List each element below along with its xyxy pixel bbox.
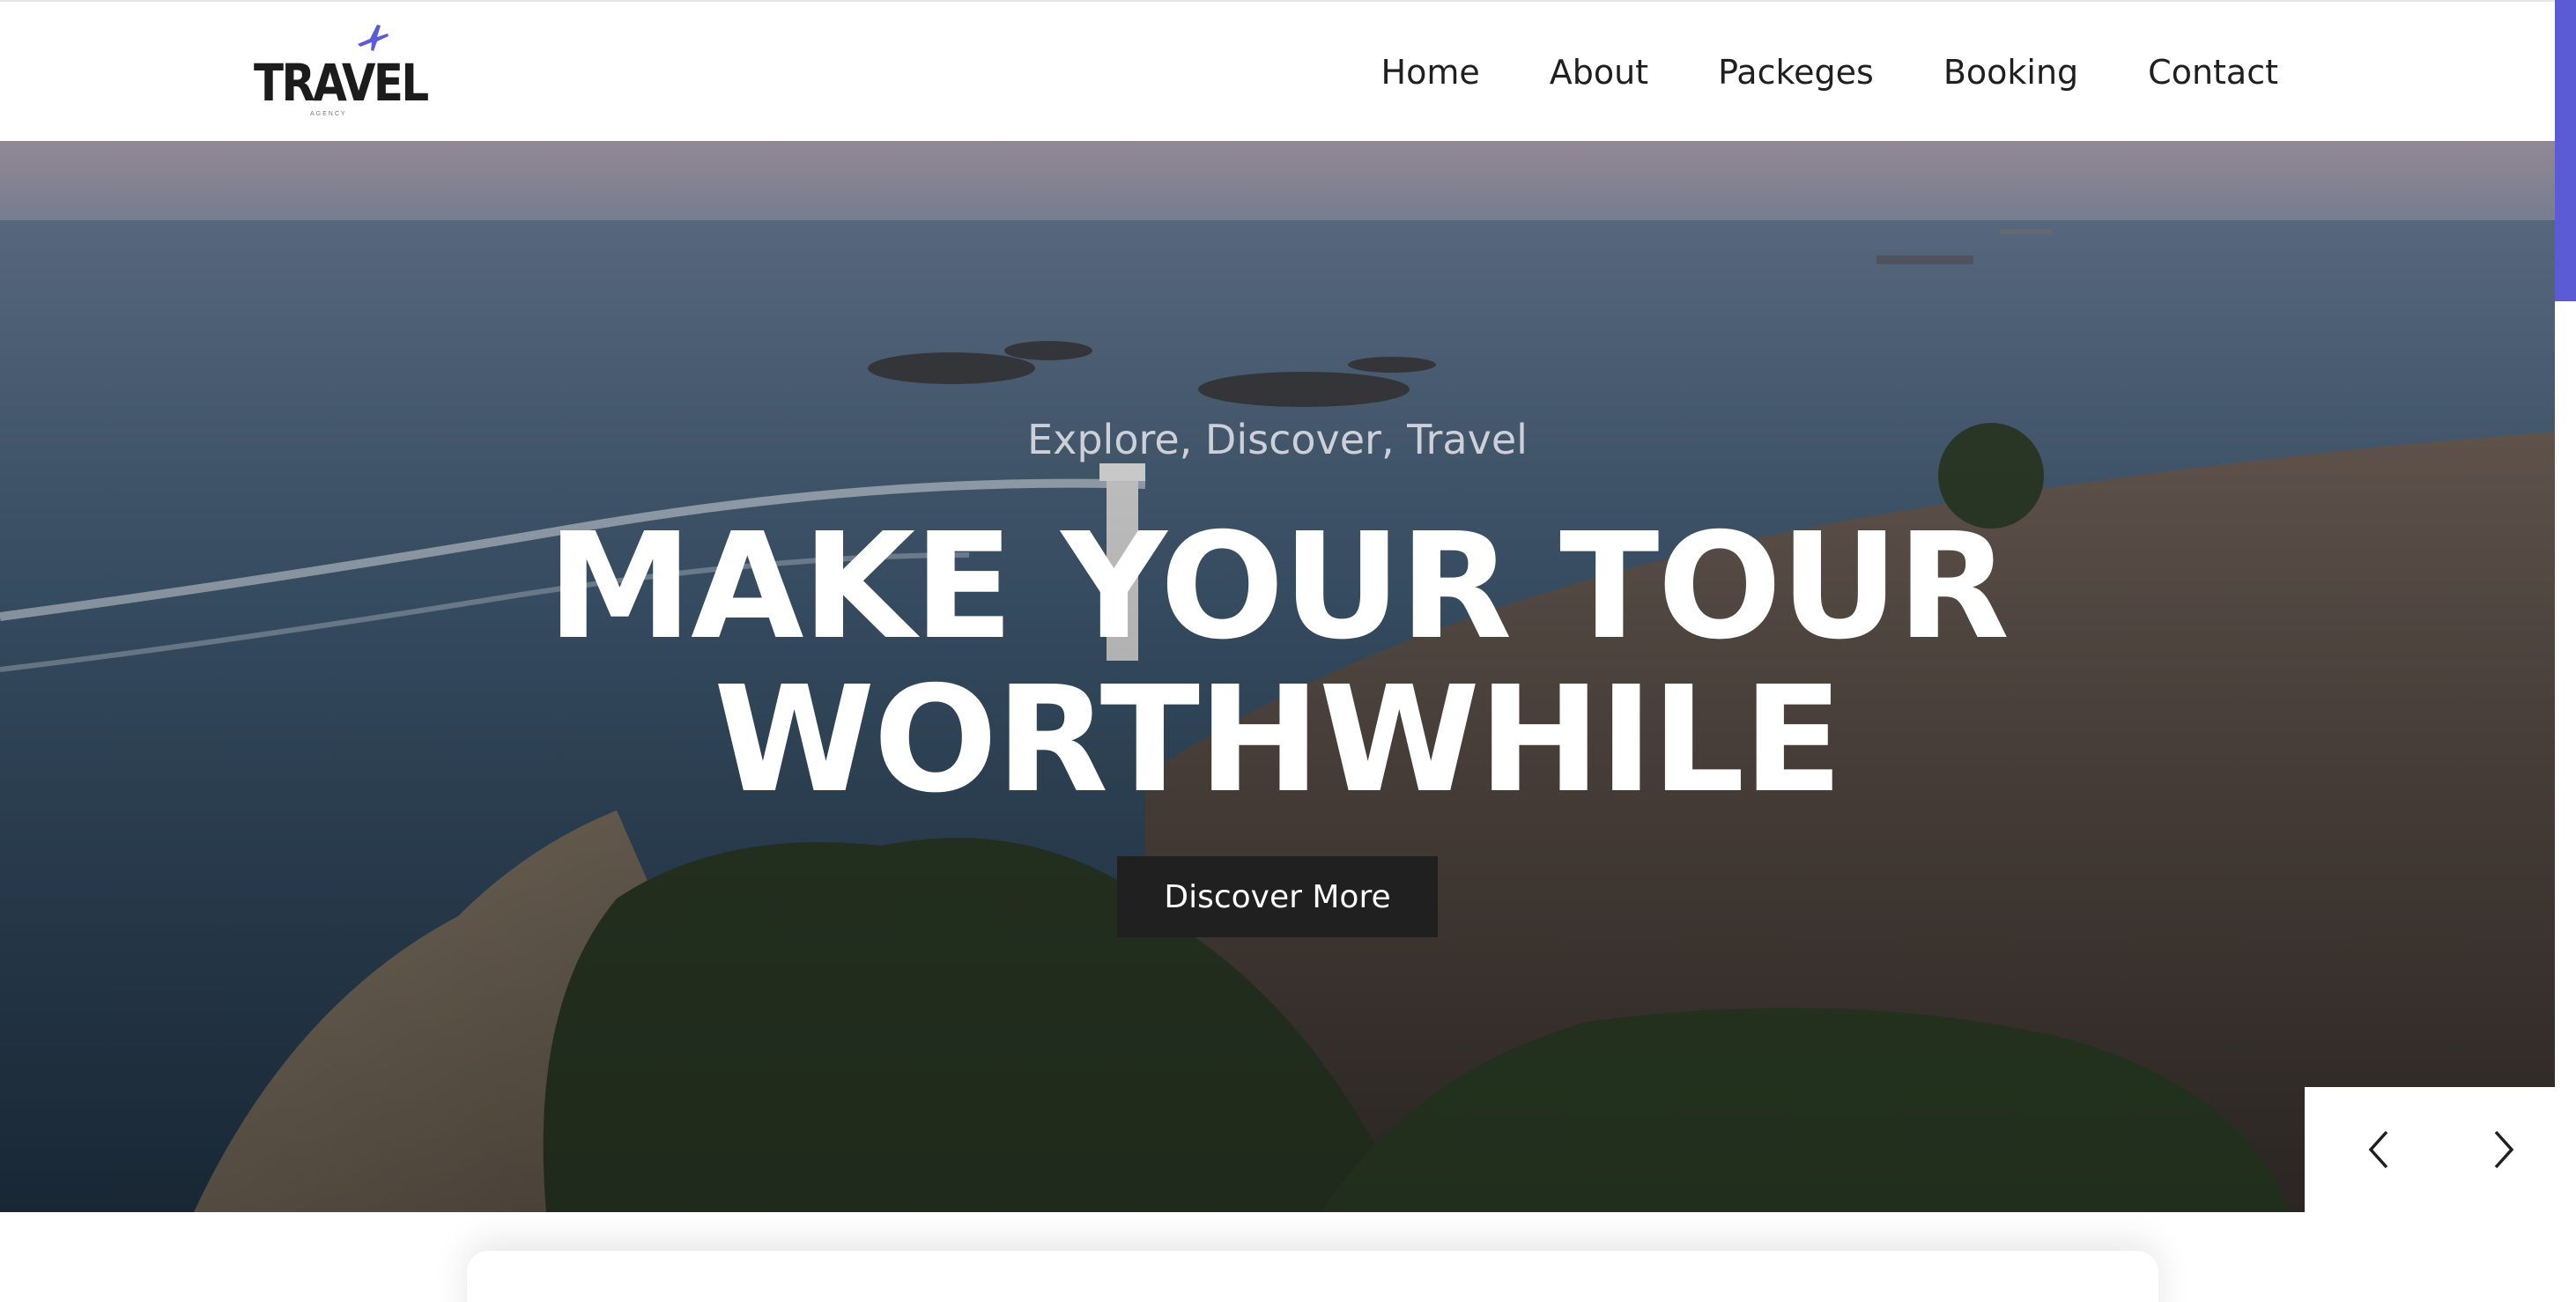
main-nav: Home About Packeges Booking Contact: [1381, 48, 2278, 97]
scrollbar-track[interactable]: [2555, 0, 2576, 1302]
logo[interactable]: TRAVEL AGENCY: [254, 18, 429, 122]
nav-booking[interactable]: Booking: [1943, 48, 2078, 97]
airplane-icon: [358, 25, 389, 51]
page: TRAVEL AGENCY Home About Packeges Bookin…: [0, 0, 2576, 1302]
next-section-card: [467, 1251, 2158, 1302]
slider-next-button[interactable]: [2472, 1119, 2534, 1180]
site-header: TRAVEL AGENCY Home About Packeges Bookin…: [0, 0, 2555, 141]
chevron-right-icon: [2494, 1130, 2514, 1169]
hero-tagline: Explore, Discover, Travel: [1027, 416, 1528, 463]
hero-content: Explore, Discover, Travel MAKE YOUR TOUR…: [0, 141, 2555, 1212]
nav-about[interactable]: About: [1550, 48, 1648, 97]
chevron-left-icon: [2368, 1130, 2388, 1169]
logo-subtext: AGENCY: [310, 111, 347, 117]
logo-text: TRAVEL: [254, 53, 429, 113]
nav-packages[interactable]: Packeges: [1718, 48, 1874, 97]
slider-controls: [2305, 1087, 2555, 1212]
hero-headline-line1: MAKE YOUR TOUR: [546, 502, 2010, 672]
hero-headline-line2: WORTHWHILE: [714, 655, 1843, 825]
nav-contact[interactable]: Contact: [2148, 48, 2278, 97]
hero-section: Explore, Discover, Travel MAKE YOUR TOUR…: [0, 141, 2555, 1212]
slider-prev-button[interactable]: [2349, 1119, 2410, 1180]
nav-home[interactable]: Home: [1381, 48, 1480, 97]
hero-headline: MAKE YOUR TOUR WORTHWHILE: [0, 511, 2555, 817]
discover-more-button[interactable]: Discover More: [1117, 856, 1438, 937]
scrollbar-thumb[interactable]: [2555, 0, 2576, 301]
